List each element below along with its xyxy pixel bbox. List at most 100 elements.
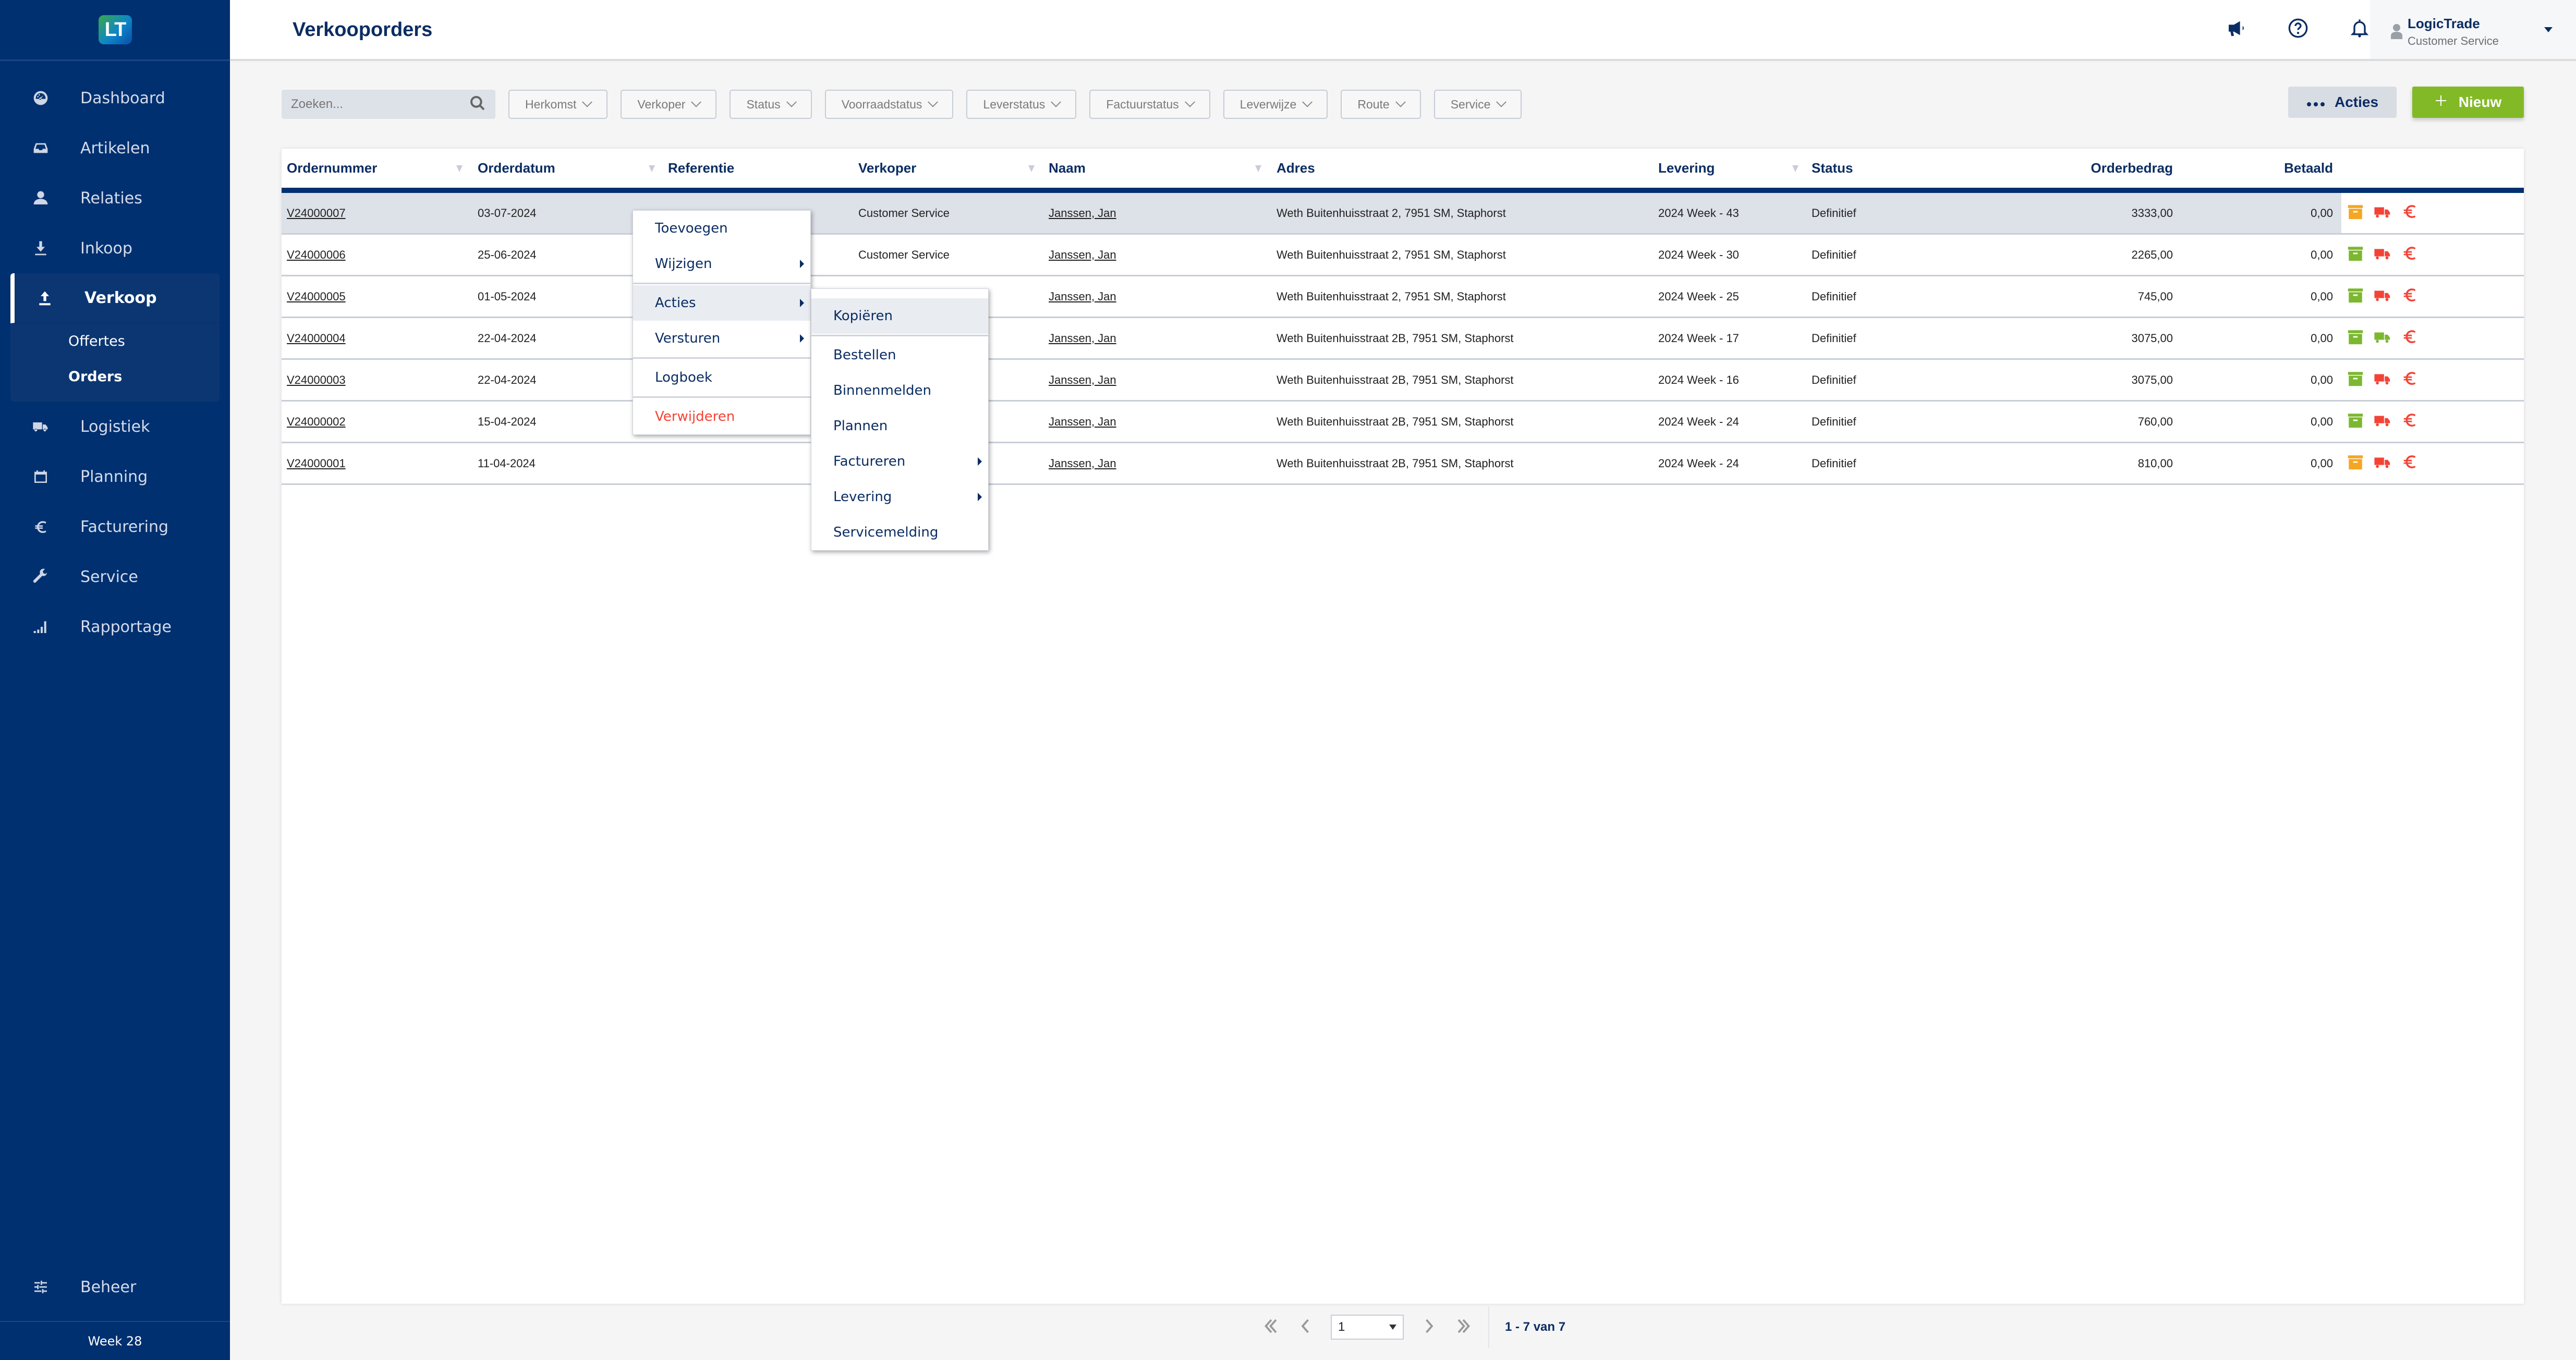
ordernummer-link-text[interactable]: V24000002 — [287, 415, 346, 429]
naam-link-text[interactable]: Janssen, Jan — [1049, 248, 1116, 262]
invoice-euro-icon[interactable] — [2401, 370, 2419, 391]
stock-box-icon[interactable] — [2347, 370, 2364, 391]
naam-link-text[interactable]: Janssen, Jan — [1049, 290, 1116, 303]
menu-item-acties[interactable]: Acties — [633, 285, 810, 321]
col-betaald[interactable]: Betaald — [2211, 149, 2333, 188]
table-row[interactable]: V24000005 01-05-2024 Janssen, Jan Weth Buit… — [282, 276, 2524, 318]
first-page-button[interactable] — [1262, 1317, 1281, 1338]
stock-box-icon[interactable] — [2347, 411, 2364, 432]
menu-item-verwijderen[interactable]: Verwijderen — [633, 399, 810, 434]
naam-link[interactable]: Janssen, Jan — [1049, 443, 1116, 483]
submenu-item-plannen[interactable]: Plannen — [811, 408, 988, 444]
ordernummer-link[interactable]: V24000007 — [287, 193, 346, 233]
naam-link[interactable]: Janssen, Jan — [1049, 193, 1116, 233]
col-naam[interactable]: Naam — [1049, 149, 1086, 188]
megaphone-icon[interactable] — [2226, 18, 2247, 41]
prev-page-button[interactable] — [1296, 1317, 1315, 1338]
table-row[interactable]: V24000002 15-04-2024 Janssen, Jan Weth Buit… — [282, 402, 2524, 443]
naam-link-text[interactable]: Janssen, Jan — [1049, 457, 1116, 470]
delivery-truck-icon[interactable] — [2374, 411, 2391, 432]
col-orderbedrag[interactable]: Orderbedrag — [2002, 149, 2173, 188]
naam-link[interactable]: Janssen, Jan — [1049, 402, 1116, 442]
col-referentie[interactable]: Referentie — [668, 149, 734, 188]
page-select[interactable]: 1 — [1331, 1315, 1404, 1340]
submenu-item-kopiren[interactable]: Kopiëren — [811, 298, 988, 334]
submenu-item-bestellen[interactable]: Bestellen — [811, 337, 988, 373]
table-row[interactable]: V24000003 22-04-2024 Janssen, Jan Weth Buit… — [282, 360, 2524, 402]
filter-column-icon[interactable] — [1028, 165, 1035, 172]
sidebar-subitem-orders[interactable]: Orders — [10, 359, 220, 394]
next-page-button[interactable] — [1419, 1317, 1438, 1338]
stock-box-icon[interactable] — [2347, 245, 2364, 265]
naam-link[interactable]: Janssen, Jan — [1049, 360, 1116, 400]
col-verkoper[interactable]: Verkoper — [858, 149, 916, 188]
delivery-truck-icon[interactable] — [2374, 453, 2391, 474]
submenu-item-levering[interactable]: Levering — [811, 479, 988, 515]
stock-box-icon[interactable] — [2347, 203, 2364, 224]
submenu-item-servicemelding[interactable]: Servicemelding — [811, 515, 988, 550]
ordernummer-link-text[interactable]: V24000006 — [287, 248, 346, 262]
delivery-truck-icon[interactable] — [2374, 328, 2391, 349]
filter-column-icon[interactable] — [1255, 165, 1261, 172]
acties-button[interactable]: Acties — [2288, 87, 2397, 118]
help-icon[interactable] — [2288, 18, 2308, 41]
menu-item-toevoegen[interactable]: Toevoegen — [633, 211, 810, 246]
search-icon[interactable] — [469, 95, 486, 114]
filter-service[interactable]: Service — [1433, 90, 1522, 119]
filter-verkoper[interactable]: Verkoper — [621, 90, 717, 119]
filter-leverwijze[interactable]: Leverwijze — [1223, 90, 1328, 119]
nieuw-button[interactable]: Nieuw — [2412, 87, 2524, 118]
sidebar-item-service[interactable]: Service — [0, 552, 230, 602]
ordernummer-link-text[interactable]: V24000005 — [287, 290, 346, 303]
submenu-item-binnenmelden[interactable]: Binnenmelden — [811, 373, 988, 408]
naam-link-text[interactable]: Janssen, Jan — [1049, 415, 1116, 429]
sidebar-item-dashboard[interactable]: Dashboard — [0, 73, 230, 123]
ordernummer-link[interactable]: V24000006 — [287, 235, 346, 275]
last-page-button[interactable] — [1454, 1317, 1473, 1338]
ordernummer-link-text[interactable]: V24000001 — [287, 457, 346, 470]
col-orderdatum[interactable]: Orderdatum — [478, 149, 555, 188]
sidebar-item-rapportage[interactable]: Rapportage — [0, 602, 230, 652]
sidebar-item-relaties[interactable]: Relaties — [0, 173, 230, 223]
naam-link-text[interactable]: Janssen, Jan — [1049, 373, 1116, 387]
filter-voorraadstatus[interactable]: Voorraadstatus — [824, 90, 954, 119]
delivery-truck-icon[interactable] — [2374, 203, 2391, 224]
filter-route[interactable]: Route — [1341, 90, 1421, 119]
sidebar-item-beheer[interactable]: Beheer — [0, 1262, 230, 1312]
filter-column-icon[interactable] — [1792, 165, 1799, 172]
delivery-truck-icon[interactable] — [2374, 286, 2391, 307]
filter-herkomst[interactable]: Herkomst — [508, 90, 608, 119]
col-status[interactable]: Status — [1812, 149, 1853, 188]
naam-link[interactable]: Janssen, Jan — [1049, 318, 1116, 358]
delivery-truck-icon[interactable] — [2374, 370, 2391, 391]
bell-icon[interactable] — [2349, 18, 2370, 41]
naam-link-text[interactable]: Janssen, Jan — [1049, 332, 1116, 345]
ordernummer-link-text[interactable]: V24000003 — [287, 373, 346, 387]
invoice-euro-icon[interactable] — [2401, 245, 2419, 265]
invoice-euro-icon[interactable] — [2401, 286, 2419, 307]
filter-column-icon[interactable] — [649, 165, 655, 172]
user-menu[interactable]: LogicTrade Customer Service — [2370, 0, 2576, 59]
table-row[interactable]: V24000007 03-07-2024 Customer Service Janss… — [282, 193, 2524, 235]
filter-factuurstatus[interactable]: Factuurstatus — [1089, 90, 1210, 119]
col-adres[interactable]: Adres — [1277, 149, 1315, 188]
col-ordernummer[interactable]: Ordernummer — [287, 149, 377, 188]
sidebar-item-artikelen[interactable]: Artikelen — [0, 123, 230, 173]
sidebar-item-verkoop[interactable]: Verkoop — [10, 273, 220, 323]
filter-leverstatus[interactable]: Leverstatus — [966, 90, 1077, 119]
search-input[interactable] — [291, 97, 447, 112]
ordernummer-link[interactable]: V24000001 — [287, 443, 346, 483]
ordernummer-link[interactable]: V24000003 — [287, 360, 346, 400]
menu-item-logboek[interactable]: Logboek — [633, 360, 810, 395]
naam-link-text[interactable]: Janssen, Jan — [1049, 207, 1116, 220]
ordernummer-link-text[interactable]: V24000007 — [287, 207, 346, 220]
ordernummer-link[interactable]: V24000002 — [287, 402, 346, 442]
ordernummer-link[interactable]: V24000005 — [287, 276, 346, 317]
ordernummer-link-text[interactable]: V24000004 — [287, 332, 346, 345]
sidebar-item-logistiek[interactable]: Logistiek — [0, 402, 230, 452]
delivery-truck-icon[interactable] — [2374, 245, 2391, 265]
stock-box-icon[interactable] — [2347, 286, 2364, 307]
stock-box-icon[interactable] — [2347, 328, 2364, 349]
invoice-euro-icon[interactable] — [2401, 411, 2419, 432]
filter-column-icon[interactable] — [456, 165, 463, 172]
